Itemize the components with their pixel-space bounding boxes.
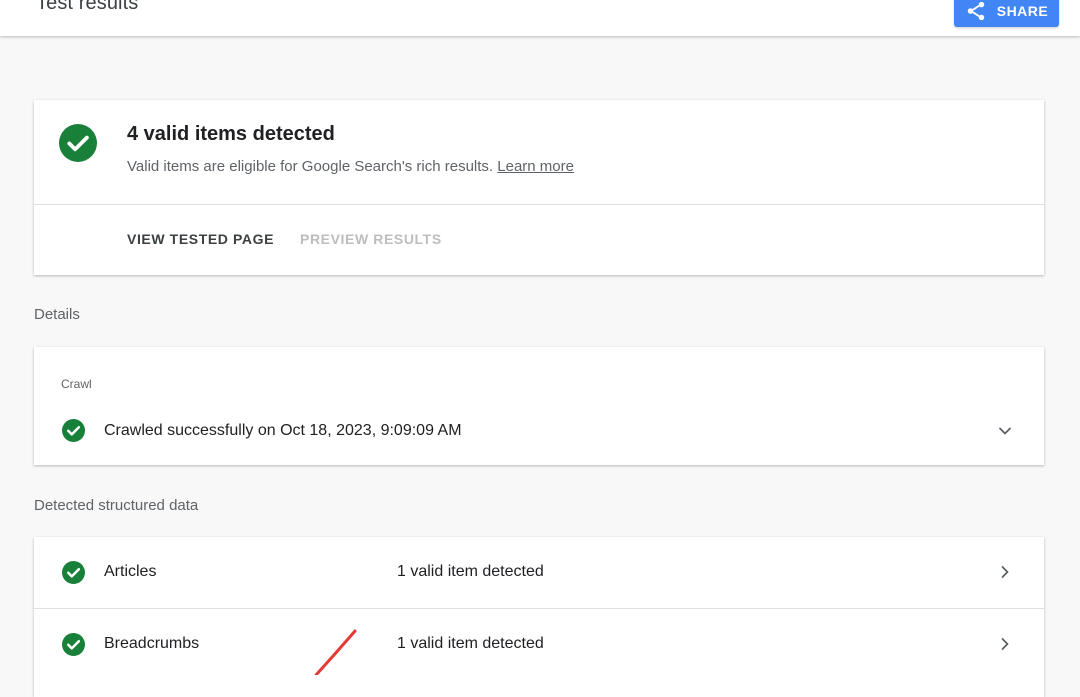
row-item-name: Articles: [104, 563, 157, 580]
row-item-name: Breadcrumbs: [104, 635, 200, 652]
card-divider: [34, 204, 1044, 205]
structured-data-card: Articles 1 valid item detected Breadcrum…: [34, 537, 1044, 697]
chevron-down-icon[interactable]: [995, 421, 1015, 441]
row-item-status: 1 valid item detected: [397, 563, 544, 580]
summary-card: 4 valid items detected Valid items are e…: [34, 100, 1044, 275]
check-circle-icon: [62, 561, 85, 584]
crawl-heading: Crawl: [61, 377, 92, 391]
chevron-right-icon[interactable]: [995, 634, 1015, 654]
annotation-arrow: [314, 629, 357, 675]
check-circle-icon: [62, 633, 85, 656]
page-title: Test results: [36, 0, 139, 14]
crawl-status: Crawled successfully on Oct 18, 2023, 9:…: [104, 422, 462, 439]
preview-results-button: PREVIEW RESULTS: [300, 231, 442, 247]
share-label: SHARE: [996, 2, 1049, 19]
summary-title: 4 valid items detected: [127, 123, 335, 145]
check-circle-icon: [59, 124, 97, 162]
details-section-label: Details: [34, 306, 80, 323]
share-button[interactable]: SHARE: [954, 0, 1059, 27]
row-item-status: 1 valid item detected: [397, 635, 544, 652]
structured-data-row-articles[interactable]: Articles 1 valid item detected: [34, 537, 1044, 609]
summary-description: Valid items are eligible for Google Sear…: [127, 158, 574, 175]
structured-data-section-label: Detected structured data: [34, 497, 199, 514]
chevron-right-icon[interactable]: [995, 562, 1015, 582]
crawl-card[interactable]: Crawl Crawled successfully on Oct 18, 20…: [34, 347, 1044, 465]
share-icon: [967, 1, 984, 20]
check-circle-icon: [62, 419, 85, 442]
view-tested-page-button[interactable]: VIEW TESTED PAGE: [127, 231, 274, 247]
top-bar: Test results SHARE: [0, 0, 1080, 36]
structured-data-row-breadcrumbs[interactable]: Breadcrumbs 1 valid item detected: [34, 609, 1044, 680]
summary-description-text: Valid items are eligible for Google Sear…: [127, 158, 494, 175]
learn-more-link[interactable]: Learn more: [497, 158, 574, 175]
